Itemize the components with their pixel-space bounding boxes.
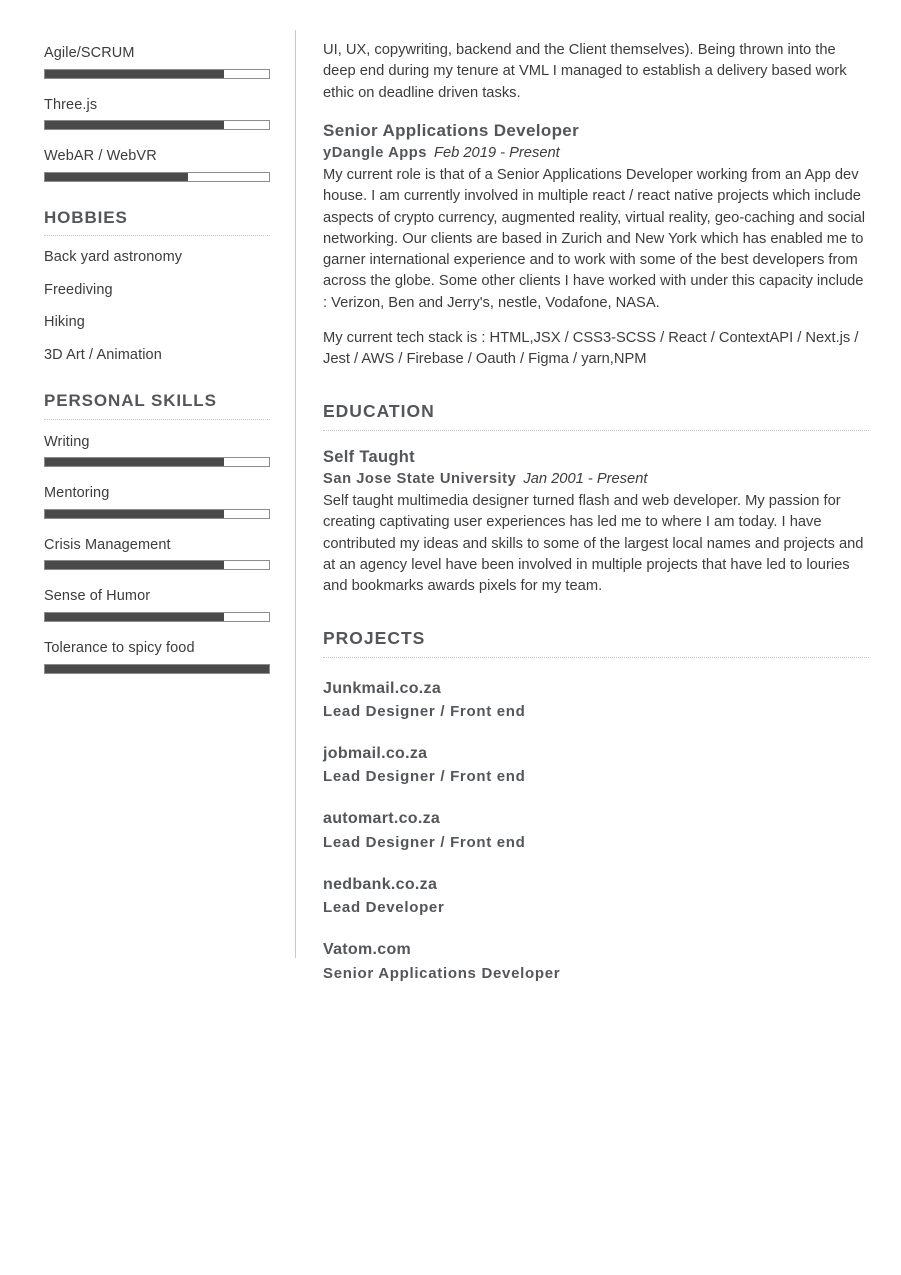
hobbies-heading: HOBBIES (44, 207, 128, 227)
skill-label: Tolerance to spicy food (44, 639, 195, 656)
job-title: Senior Applications Developer (323, 120, 580, 140)
project-name: nedbank.co.za (323, 875, 438, 893)
project-item: automart.co.za Lead Designer / Front end (323, 808, 869, 853)
skill-label: WebAR / WebVR (44, 148, 157, 165)
skill-bar-track (44, 560, 270, 571)
job-meta: yDangle Apps Feb 2019 - Present (323, 144, 869, 164)
skill-bar-track (44, 611, 270, 622)
skill-bar-fill (45, 509, 225, 518)
continued-paragraph: UI, UX, copywriting, backend and the Cli… (323, 42, 847, 101)
skill-row: Tolerance to spicy food (44, 639, 270, 674)
skill-row: WebAR / WebVR (44, 147, 270, 182)
job-organization: yDangle Apps (323, 145, 427, 162)
education-meta: San Jose State University Jan 2001 - Pres… (323, 470, 869, 490)
personal-skills-list: Writing Mentoring Crisis Management Sens… (44, 433, 270, 674)
column-divider (295, 30, 296, 958)
section-rule (44, 235, 270, 237)
projects-heading: PROJECTS (323, 627, 426, 648)
education-title: Self Taught (323, 447, 415, 466)
list-item: 3D Art / Animation (44, 346, 162, 363)
personal-skills-heading: PERSONAL SKILLS (44, 391, 217, 411)
job-tech-stack: My current tech stack is : HTML,JSX / CS… (323, 330, 859, 368)
education-section-header: EDUCATION (323, 401, 869, 431)
skill-bar-track (44, 68, 270, 79)
skill-row: Agile/SCRUM (44, 44, 270, 79)
list-item: Freediving (44, 281, 113, 298)
resume-page: Agile/SCRUM Three.js WebAR / WebVR HOBBI… (0, 0, 901, 1275)
skill-bar-fill (45, 172, 189, 181)
skill-row: Sense of Humor (44, 587, 270, 622)
skill-bar-track (44, 457, 270, 468)
project-name: Vatom.com (323, 940, 412, 958)
left-sidebar: Agile/SCRUM Three.js WebAR / WebVR HOBBI… (44, 44, 270, 691)
project-role: Senior Applications Developer (323, 964, 561, 982)
section-rule (323, 656, 869, 658)
project-item: Junkmail.co.za Lead Designer / Front end (323, 678, 869, 723)
skill-label: Agile/SCRUM (44, 45, 135, 61)
skill-row: Mentoring (44, 484, 270, 519)
project-role: Lead Designer / Front end (323, 768, 526, 786)
skill-bar-track (44, 171, 270, 182)
skill-label: Three.js (44, 96, 98, 113)
education-organization: San Jose State University (323, 471, 517, 488)
skill-bar-fill (45, 612, 225, 621)
skill-label: Writing (44, 433, 90, 450)
experience-entry: Senior Applications Developer yDangle Ap… (323, 120, 869, 371)
main-content: UI, UX, copywriting, backend and the Cli… (323, 40, 869, 984)
education-description: Self taught multimedia designer turned f… (323, 492, 864, 595)
list-item: Back yard astronomy (44, 249, 183, 266)
skill-row: Writing (44, 433, 270, 468)
project-item: jobmail.co.za Lead Designer / Front end (323, 743, 869, 788)
list-item: Hiking (44, 314, 85, 331)
skill-bar-track (44, 120, 270, 131)
projects-list: Junkmail.co.za Lead Designer / Front end… (323, 678, 869, 985)
project-name: jobmail.co.za (323, 744, 428, 762)
skill-label: Sense of Humor (44, 588, 151, 605)
skill-bar-track (44, 508, 270, 519)
skill-bar-fill (45, 121, 225, 130)
skill-bar-fill (45, 561, 225, 570)
projects-section-header: PROJECTS (323, 628, 869, 658)
personal-skills-section-header: PERSONAL SKILLS (44, 391, 270, 420)
skill-label: Mentoring (44, 485, 110, 502)
skill-bar-fill (45, 664, 269, 673)
skill-bar-fill (45, 458, 225, 467)
project-name: automart.co.za (323, 810, 441, 828)
project-item: Vatom.com Senior Applications Developer (323, 939, 869, 984)
top-skills-list: Agile/SCRUM Three.js WebAR / WebVR (44, 44, 270, 182)
skill-row: Crisis Management (44, 536, 270, 571)
project-name: Junkmail.co.za (323, 679, 442, 697)
project-item: nedbank.co.za Lead Developer (323, 874, 869, 919)
skill-bar-track (44, 663, 270, 674)
project-role: Lead Designer / Front end (323, 703, 526, 721)
job-description: My current role is that of a Senior Appl… (323, 166, 866, 311)
skill-bar-fill (45, 69, 225, 78)
job-dates: Feb 2019 - Present (434, 145, 560, 162)
education-dates: Jan 2001 - Present (523, 471, 648, 488)
education-entry: Self Taught San Jose State University Jan… (323, 447, 869, 598)
project-role: Lead Designer / Front end (323, 833, 526, 851)
education-heading: EDUCATION (323, 400, 435, 421)
skill-row: Three.js (44, 96, 270, 131)
section-rule (323, 429, 869, 431)
skill-label: Crisis Management (44, 536, 171, 553)
section-rule (44, 418, 270, 420)
project-role: Lead Developer (323, 899, 445, 917)
hobbies-section-header: HOBBIES (44, 207, 270, 237)
hobbies-list: Back yard astronomy Freediving Hiking 3D… (44, 248, 270, 365)
